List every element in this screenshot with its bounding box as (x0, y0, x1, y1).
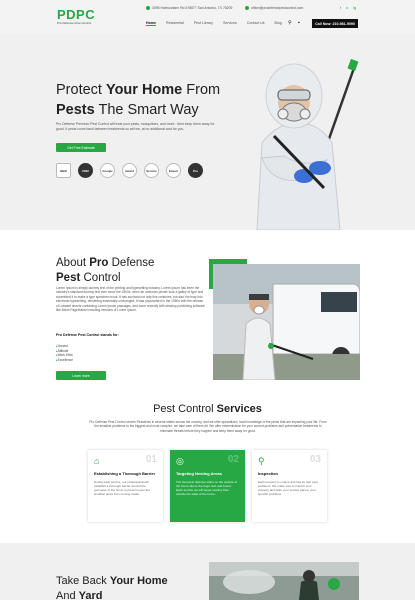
about-title-bold: Pro (89, 257, 109, 269)
take-back-line2-bold: Yard (78, 590, 103, 600)
address-info: 3095 Harbourlane Rd #78877 San Antonio, … (146, 6, 232, 10)
about-subheading: Pro Defense Pest Control stands for: (56, 333, 119, 337)
hero-title-pre: Protect (56, 82, 106, 98)
logo[interactable]: PDPC Pro Defense Pest Control (57, 8, 115, 25)
nav-blog[interactable]: Blog (275, 21, 282, 26)
email-text: office@prodefensepestcontrol.com (251, 6, 304, 10)
free-estimate-button[interactable]: Get Free Estimate (56, 143, 106, 152)
take-back-title-bold: Your Home (109, 575, 168, 587)
exterminator-image (232, 48, 362, 230)
list-item: Excellence (56, 358, 73, 363)
about-description: Lorem Ipsum is simply dummy text of the … (56, 286, 205, 313)
nav-services[interactable]: Services (223, 21, 237, 26)
service-card-inspection[interactable]: 03 ⚲ Inspection Each property is unique … (252, 450, 327, 522)
take-back-line2-pre: And (56, 590, 79, 600)
cart-icon[interactable]: ▪ (298, 20, 300, 26)
main-nav: Home Residential Pest Library Services C… (146, 21, 292, 26)
card-text: During each service, our professional wi… (94, 480, 150, 496)
hero-title: Protect Your Home From Pests The Smart W… (56, 80, 236, 120)
hero-title-bold: Your Home (105, 82, 183, 98)
nav-home[interactable]: Home (146, 21, 156, 26)
facebook-icon[interactable]: f (340, 5, 341, 10)
logo-subtitle: Pro Defense Pest Control (57, 21, 92, 25)
search-icon[interactable]: ⚲ (288, 20, 292, 26)
service-card-barrier[interactable]: 01 ⌂ Establishing a Thorough Barrier Dur… (88, 450, 163, 522)
about-title: About Pro Defense Pest Control (56, 256, 216, 286)
call-now-button[interactable]: Call Now: 210-981-9090 (312, 19, 358, 28)
card-number: 01 (145, 454, 157, 465)
services-title-bold: Services (216, 403, 262, 415)
technician-van-image (213, 264, 360, 380)
card-title: Establishing a Thorough Barrier (94, 471, 156, 476)
services-description: Pro Defense Pest Control serves Resident… (89, 420, 327, 433)
badge-expert: Expert (166, 163, 181, 178)
service-card-nesting[interactable]: 02 ◎ Targeting Nesting Areas The best pe… (170, 450, 245, 522)
hero-title-line2-bold: Pests (56, 102, 95, 118)
badge-2022: 2022 (78, 163, 93, 178)
badge-service: Service (144, 163, 159, 178)
badge-bbb: BBB (56, 163, 71, 178)
social-links: f x ig (340, 5, 356, 10)
take-back-title-pre: Take Back (56, 575, 110, 587)
badge-pro: Pro (188, 163, 203, 178)
email-info[interactable]: office@prodefensepestcontrol.com (245, 6, 303, 10)
about-title-line2: Control (80, 272, 121, 284)
hero-title-mid: From (182, 82, 221, 98)
site-header: PDPC Pro Defense Pest Control 3095 Harbo… (0, 0, 415, 34)
take-back-title: Take Back Your Home And Yard (56, 574, 216, 600)
card-number: 03 (309, 454, 321, 465)
page: PDPC Pro Defense Pest Control 3095 Harbo… (0, 0, 415, 600)
nav-residential[interactable]: Residential (166, 21, 184, 26)
card-text: Each property is unique and has its own … (258, 480, 318, 496)
trust-badges: BBB 2022 Google Award Service Expert Pro (56, 163, 203, 178)
yard-spraying-image (209, 562, 359, 600)
about-title-rest: Defense (108, 257, 155, 269)
hero-description: Pro Defense Premium Pest Control will tr… (56, 122, 215, 131)
location-icon (146, 6, 150, 10)
address-text: 3095 Harbourlane Rd #78877 San Antonio, … (152, 6, 233, 10)
card-number: 02 (227, 454, 239, 465)
services-title: Pest Control Services (0, 403, 415, 415)
twitter-icon[interactable]: x (346, 5, 348, 10)
learn-more-button[interactable]: Learn more (56, 371, 106, 380)
badge-google: Google (100, 163, 115, 178)
instagram-icon[interactable]: ig (353, 5, 356, 10)
card-text: The best pest defense starts on the outs… (176, 480, 237, 496)
values-list: Honest Attitude Work Ethic Excellence (56, 344, 73, 362)
hero-title-line2: The Smart Way (94, 102, 199, 118)
card-title: Inspection (258, 471, 279, 476)
nav-contact[interactable]: Contact Us (247, 21, 265, 26)
logo-title: PDPC (57, 7, 96, 22)
nav-pest-library[interactable]: Pest Library (194, 21, 213, 26)
card-title: Targeting Nesting Areas (176, 471, 222, 476)
about-title-pre: About (56, 257, 90, 269)
about-title-line2-bold: Pest (56, 272, 81, 284)
mail-icon (245, 6, 249, 10)
badge-award: Award (122, 163, 137, 178)
services-title-pre: Pest Control (153, 403, 217, 415)
